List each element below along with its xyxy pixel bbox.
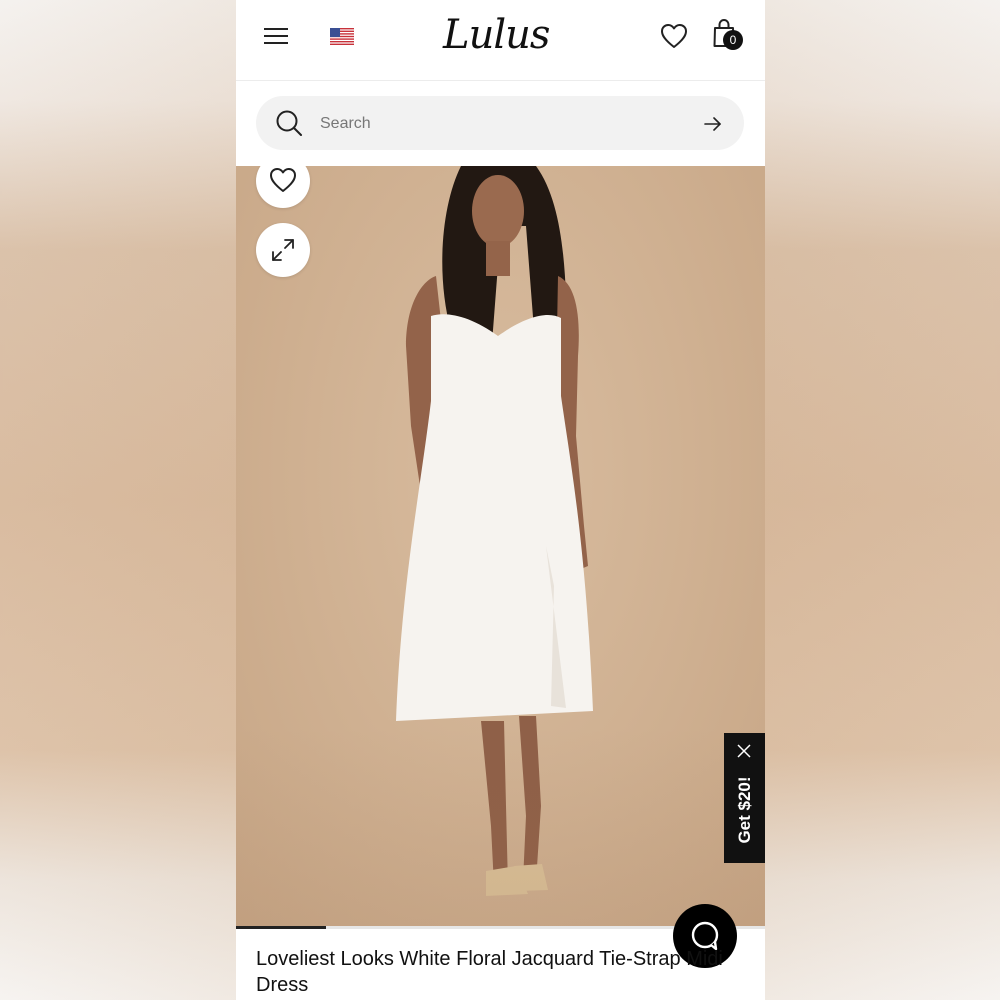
promo-label: Get $20! xyxy=(735,776,754,844)
gallery-progress-fill xyxy=(236,926,326,929)
promo-tab[interactable]: Get $20! xyxy=(724,733,765,863)
close-icon[interactable] xyxy=(737,744,751,758)
cart-count-badge: 0 xyxy=(723,30,743,50)
lulus-logo[interactable]: Lulus xyxy=(443,12,550,58)
us-flag-icon[interactable] xyxy=(330,28,354,45)
heart-icon xyxy=(270,168,296,192)
mobile-page: Lulus 0 Search Get $20! Loveliest Looks … xyxy=(236,0,765,1000)
expand-image-button[interactable] xyxy=(256,223,310,277)
search-input[interactable] xyxy=(318,110,682,138)
floor-shadow xyxy=(236,726,765,926)
search-bar-row xyxy=(236,81,765,165)
right-backdrop xyxy=(765,0,1000,1000)
menu-icon[interactable] xyxy=(264,26,288,46)
arrow-right-icon[interactable] xyxy=(703,114,723,134)
heart-icon[interactable] xyxy=(660,23,688,49)
search-icon xyxy=(276,110,302,136)
product-title: Loveliest Looks White Floral Jacquard Ti… xyxy=(256,948,723,996)
left-backdrop xyxy=(0,0,236,1000)
product-photo[interactable] xyxy=(236,166,765,926)
search-box[interactable] xyxy=(256,96,744,150)
expand-icon xyxy=(272,239,294,261)
top-nav-bar: Lulus 0 xyxy=(236,0,765,81)
